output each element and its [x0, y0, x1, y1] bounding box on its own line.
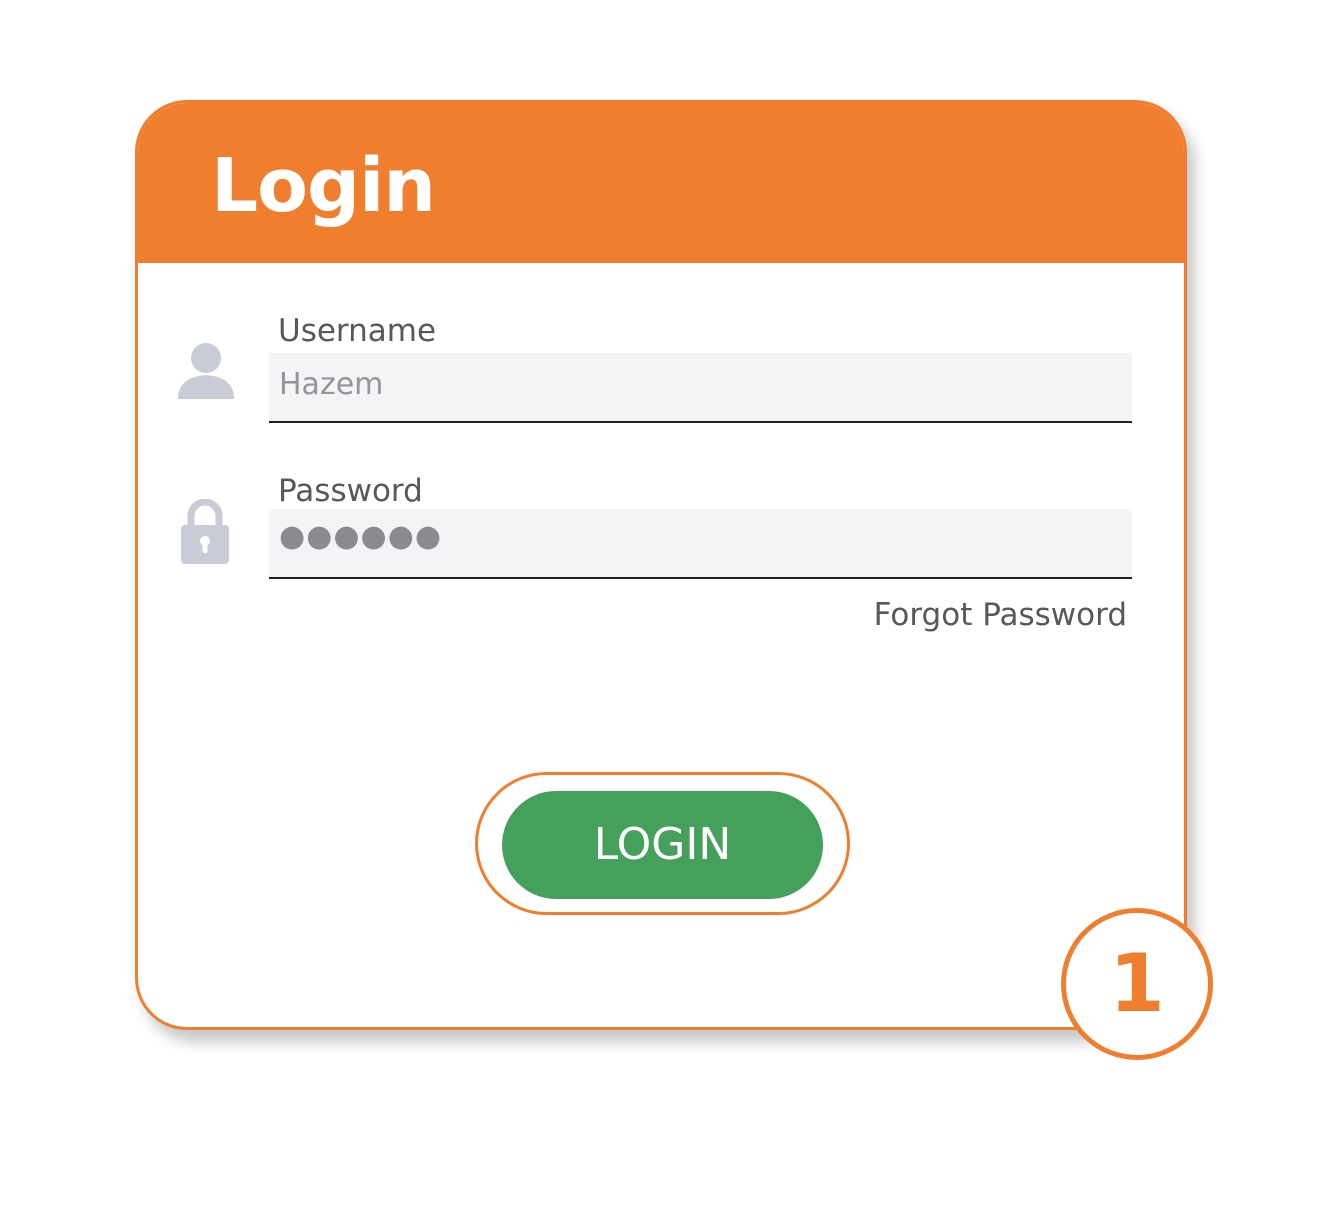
login-card: Login Username Hazem Password ●●●●●● For… [135, 100, 1187, 1030]
username-label: Username [278, 313, 437, 349]
password-input[interactable]: ●●●●●● [269, 509, 1132, 579]
username-value: Hazem [279, 367, 384, 402]
login-button[interactable]: LOGIN [502, 791, 823, 899]
login-button-highlight: LOGIN [475, 772, 850, 915]
forgot-password-link[interactable]: Forgot Password [874, 597, 1127, 633]
password-value: ●●●●●● [279, 519, 443, 554]
username-input[interactable]: Hazem [269, 353, 1132, 423]
step-number-badge: 1 [1061, 908, 1213, 1060]
card-title: Login [211, 143, 436, 229]
card-header: Login [138, 103, 1184, 263]
lock-icon [180, 498, 230, 570]
password-label: Password [278, 473, 423, 509]
user-icon [176, 341, 236, 406]
